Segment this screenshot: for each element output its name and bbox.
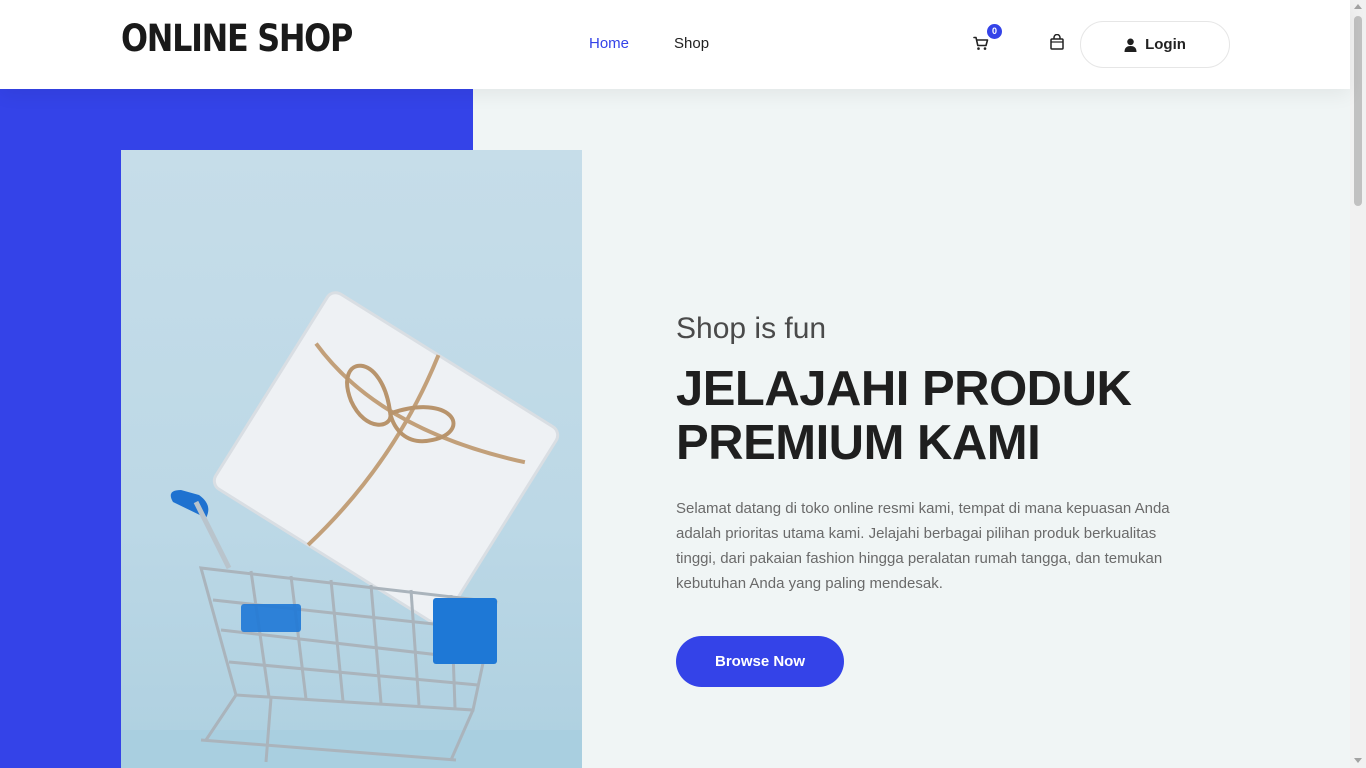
hero-headline: JELAJAHI PRODUK PREMIUM KAMI bbox=[676, 362, 1196, 470]
nav-link-home[interactable]: Home bbox=[589, 35, 629, 52]
nav-link-shop[interactable]: Shop bbox=[674, 35, 709, 52]
hero-description: Selamat datang di toko online resmi kami… bbox=[676, 500, 1170, 592]
cart-button[interactable] bbox=[972, 34, 990, 52]
scroll-down-arrow-icon[interactable] bbox=[1354, 758, 1362, 763]
cart-count-badge: 0 bbox=[987, 24, 1002, 39]
shopping-cart-with-gift-illustration bbox=[121, 291, 582, 768]
site-header: ONLINE SHOP Home Shop 0 Login bbox=[0, 0, 1350, 89]
login-button[interactable]: Login bbox=[1080, 21, 1230, 68]
user-icon bbox=[1124, 38, 1137, 52]
cart-icon bbox=[973, 36, 989, 50]
site-logo[interactable]: ONLINE SHOP bbox=[121, 17, 353, 60]
hero-headline-line-2: PREMIUM KAMI bbox=[676, 416, 1041, 470]
bag-button[interactable] bbox=[1048, 33, 1066, 51]
hero-image bbox=[121, 150, 582, 768]
hero-subtitle: Shop is fun bbox=[676, 312, 827, 345]
browse-now-button[interactable]: Browse Now bbox=[676, 636, 844, 687]
scroll-up-arrow-icon[interactable] bbox=[1354, 4, 1362, 9]
hero-headline-line-1: JELAJAHI PRODUK bbox=[676, 362, 1132, 416]
shopping-bag-icon bbox=[1050, 34, 1064, 50]
page-scrollbar[interactable] bbox=[1350, 0, 1366, 768]
scroll-thumb[interactable] bbox=[1354, 16, 1362, 206]
login-label: Login bbox=[1145, 36, 1186, 53]
